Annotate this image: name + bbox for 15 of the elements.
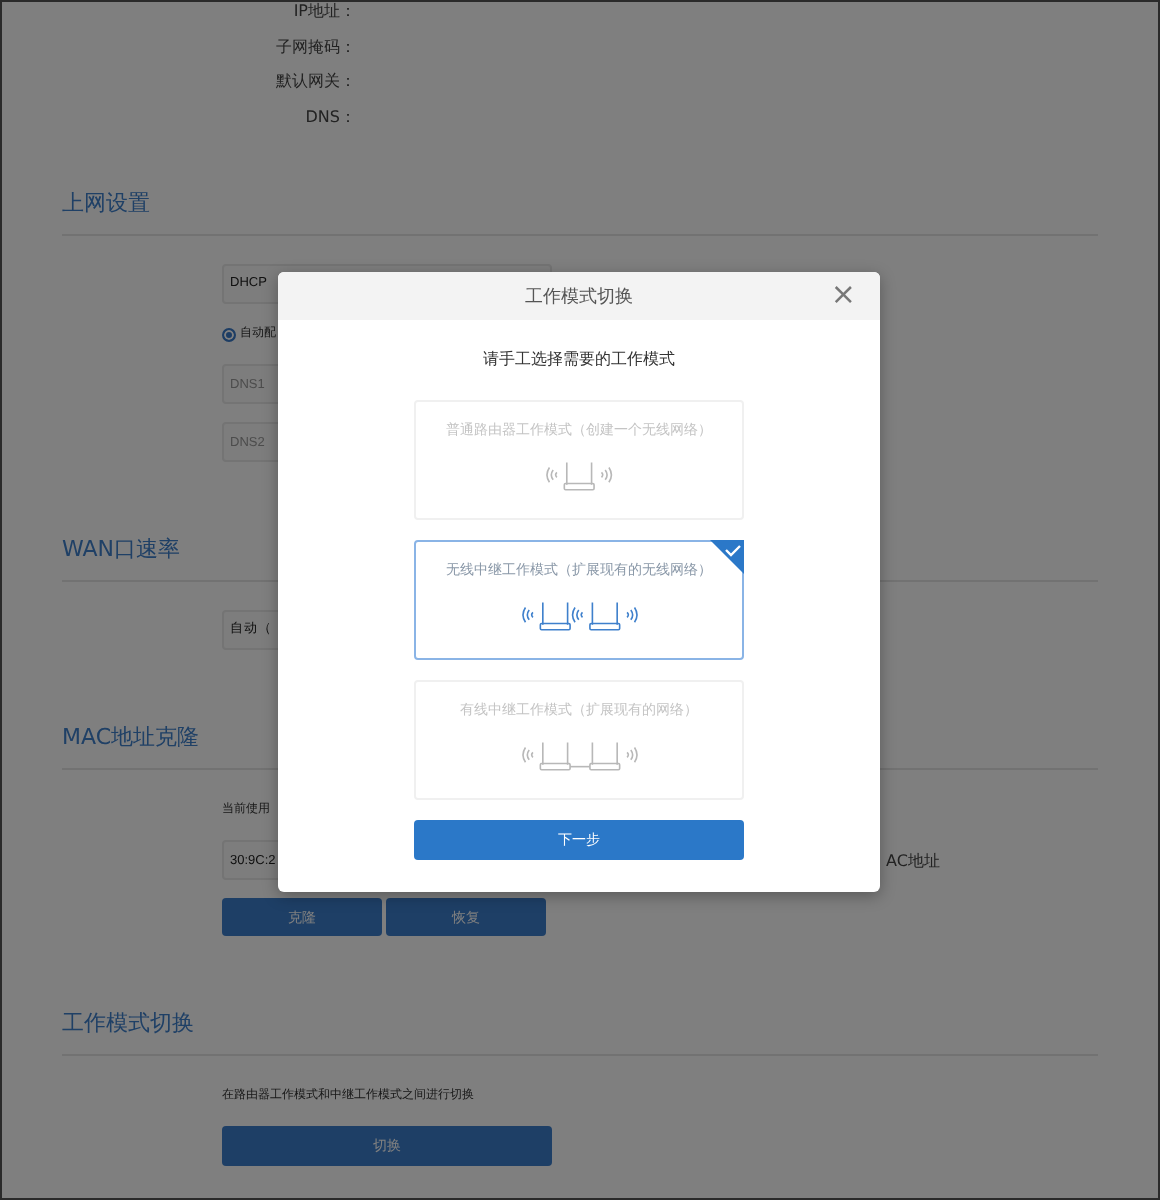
dialog-title: 工作模式切换 — [525, 285, 633, 309]
section-heading: 工作模式切换 — [62, 1008, 1098, 1056]
hint-text: AC地址 — [886, 849, 940, 871]
check-icon — [710, 540, 744, 574]
close-button[interactable]: × — [830, 280, 856, 310]
info-label: DNS： — [303, 105, 356, 129]
dialog-subtitle: 请手工选择需要的工作模式 — [483, 348, 675, 372]
radio-button[interactable] — [222, 327, 236, 341]
router-icon — [517, 740, 641, 773]
section-heading: 上网设置 — [62, 188, 1098, 236]
info-label: 默认网关： — [274, 70, 356, 94]
info-label: IP地址： — [291, 2, 356, 24]
info-label: 子网掩码： — [274, 35, 356, 59]
router-icon — [517, 600, 641, 633]
router-icon — [541, 460, 617, 493]
